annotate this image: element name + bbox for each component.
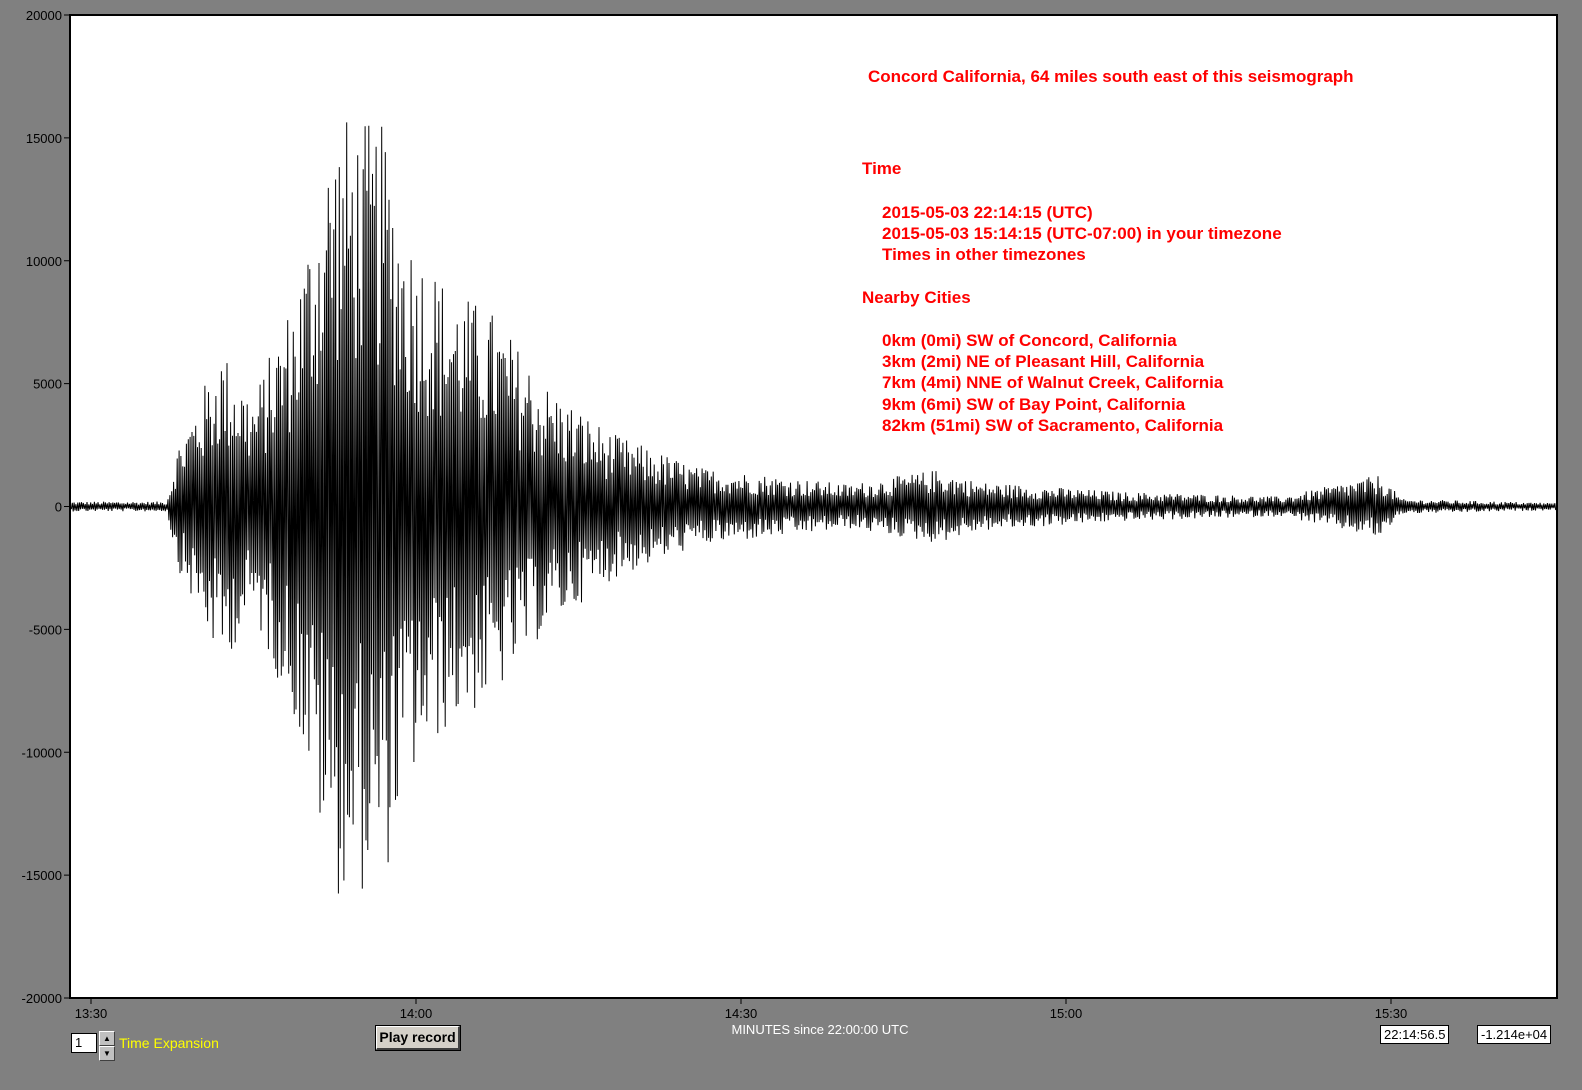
- y-tick-label: -15000: [22, 868, 62, 883]
- city-item: 3km (2mi) NE of Pleasant Hill, Californi…: [882, 352, 1205, 371]
- chevron-up-icon[interactable]: ▲: [99, 1031, 115, 1046]
- y-tick-label: 0: [55, 500, 62, 515]
- y-tick-label: -10000: [22, 745, 62, 760]
- seismograph-chart: 20000 15000 10000 5000 0 -5000 -10000 -15000 -20…: [22, 8, 1558, 1037]
- x-axis-title: MINUTES since 22:00:00 UTC: [731, 1022, 908, 1037]
- y-tick-label: 15000: [26, 131, 62, 146]
- time-heading: Time: [862, 159, 901, 178]
- chevron-down-icon[interactable]: ▼: [99, 1046, 115, 1061]
- x-tick-label: 14:30: [725, 1006, 758, 1021]
- y-tick-label: -5000: [29, 622, 62, 637]
- x-tick-label: 14:00: [400, 1006, 433, 1021]
- y-tick-label: 5000: [33, 377, 62, 392]
- x-tick-label: 15:30: [1375, 1006, 1408, 1021]
- y-tick-label: 10000: [26, 254, 62, 269]
- x-axis: 13:30 14:00 14:30 15:00 15:30: [75, 998, 1408, 1021]
- x-tick-label: 13:30: [75, 1006, 108, 1021]
- city-item: 7km (4mi) NNE of Walnut Creek, Californi…: [882, 373, 1224, 392]
- cities-heading: Nearby Cities: [862, 288, 971, 307]
- city-item: 82km (51mi) SW of Sacramento, California: [882, 416, 1224, 435]
- value-readout: -1.214e+04: [1477, 1025, 1552, 1044]
- play-record-button[interactable]: Play record: [376, 1026, 460, 1050]
- local-time[interactable]: 2015-05-03 15:14:15 (UTC-07:00) in your …: [882, 224, 1282, 243]
- time-expansion-label: Time Expansion: [119, 1035, 219, 1051]
- y-tick-label: 20000: [26, 8, 62, 23]
- x-tick-label: 15:00: [1050, 1006, 1083, 1021]
- time-readout: 22:14:56.5: [1380, 1025, 1450, 1044]
- utc-time: 2015-05-03 22:14:15 (UTC): [882, 203, 1093, 222]
- city-item: 0km (0mi) SW of Concord, California: [882, 331, 1177, 350]
- chart-title: Concord California, 64 miles south east …: [868, 67, 1354, 86]
- city-item: 9km (6mi) SW of Bay Point, California: [882, 395, 1186, 414]
- other-timezones-link[interactable]: Times in other timezones: [882, 245, 1086, 264]
- y-tick-label: -20000: [22, 991, 62, 1006]
- y-axis: 20000 15000 10000 5000 0 -5000 -10000 -15000 -20…: [22, 8, 70, 1006]
- expansion-stepper[interactable]: ▲ ▼: [99, 1031, 115, 1062]
- expansion-input[interactable]: 1: [71, 1033, 97, 1053]
